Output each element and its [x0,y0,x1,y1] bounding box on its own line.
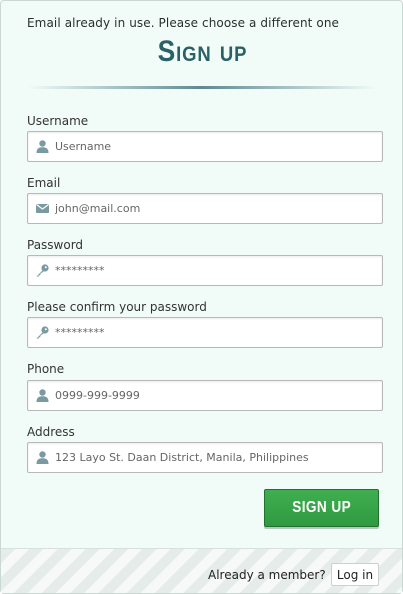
email-label: Email [27,176,61,190]
address-field[interactable] [27,442,383,473]
user-icon [35,388,50,403]
title-divider [27,86,377,89]
user-icon [35,139,50,154]
signup-button-label: SIGN UP [292,499,351,516]
footer: Already a member? Log in [1,548,402,593]
confirm-password-label: Please confirm your password [27,300,207,314]
key-icon [35,325,50,340]
page-title: Sign up [157,35,248,68]
password-field[interactable] [27,255,383,286]
username-label: Username [27,114,89,128]
phone-input[interactable] [55,381,375,410]
envelope-icon [35,201,50,216]
address-label: Address [27,425,75,439]
phone-field[interactable] [27,380,383,411]
username-input[interactable] [55,132,375,161]
password-input[interactable] [55,256,375,285]
key-icon [35,263,50,278]
confirm-password-input[interactable] [55,318,375,347]
phone-label: Phone [27,362,65,376]
error-message: Email already in use. Please choose a di… [27,16,340,30]
username-field[interactable] [27,131,383,162]
already-member-text: Already a member? [208,568,326,582]
password-label: Password [27,238,84,252]
email-input[interactable] [55,194,375,223]
email-field[interactable] [27,193,383,224]
address-input[interactable] [55,443,375,472]
user-icon [35,450,50,465]
confirm-password-field[interactable] [27,317,383,348]
signup-form: Email already in use. Please choose a di… [0,0,403,594]
signup-button[interactable]: SIGN UP [264,489,379,527]
login-button[interactable]: Log in [331,563,379,586]
